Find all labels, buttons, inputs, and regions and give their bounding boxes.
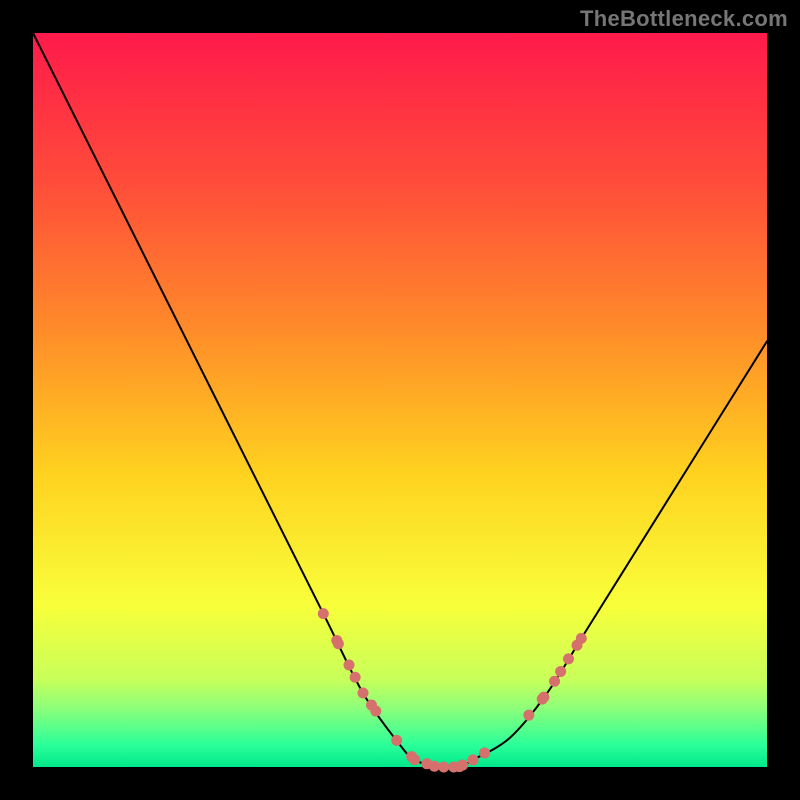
curve-dot (344, 660, 355, 671)
curve-dot (576, 633, 587, 644)
curve-dots-left-cluster (318, 608, 381, 716)
curve-dot (438, 762, 449, 773)
curve-dot (555, 666, 566, 677)
curve-dot (429, 761, 440, 772)
curve-dot (457, 759, 468, 770)
curve-dot (467, 754, 478, 765)
plot-area (33, 33, 767, 767)
curve-dot (357, 687, 368, 698)
bottleneck-curve-path (33, 33, 767, 768)
curve-dot (409, 754, 420, 765)
curve-dot (563, 653, 574, 664)
curve-dot (538, 692, 549, 703)
curve-dot (523, 710, 534, 721)
curve-dot (549, 676, 560, 687)
chart-frame: TheBottleneck.com (0, 0, 800, 800)
curve-dot (333, 638, 344, 649)
curve-layer (33, 33, 767, 767)
curve-dots-right-cluster (523, 633, 586, 721)
curve-dot (391, 735, 402, 746)
curve-dot (479, 747, 490, 758)
watermark-text: TheBottleneck.com (580, 6, 788, 32)
curve-dot (318, 608, 329, 619)
curve-dot (370, 706, 381, 717)
curve-dot (350, 672, 361, 683)
